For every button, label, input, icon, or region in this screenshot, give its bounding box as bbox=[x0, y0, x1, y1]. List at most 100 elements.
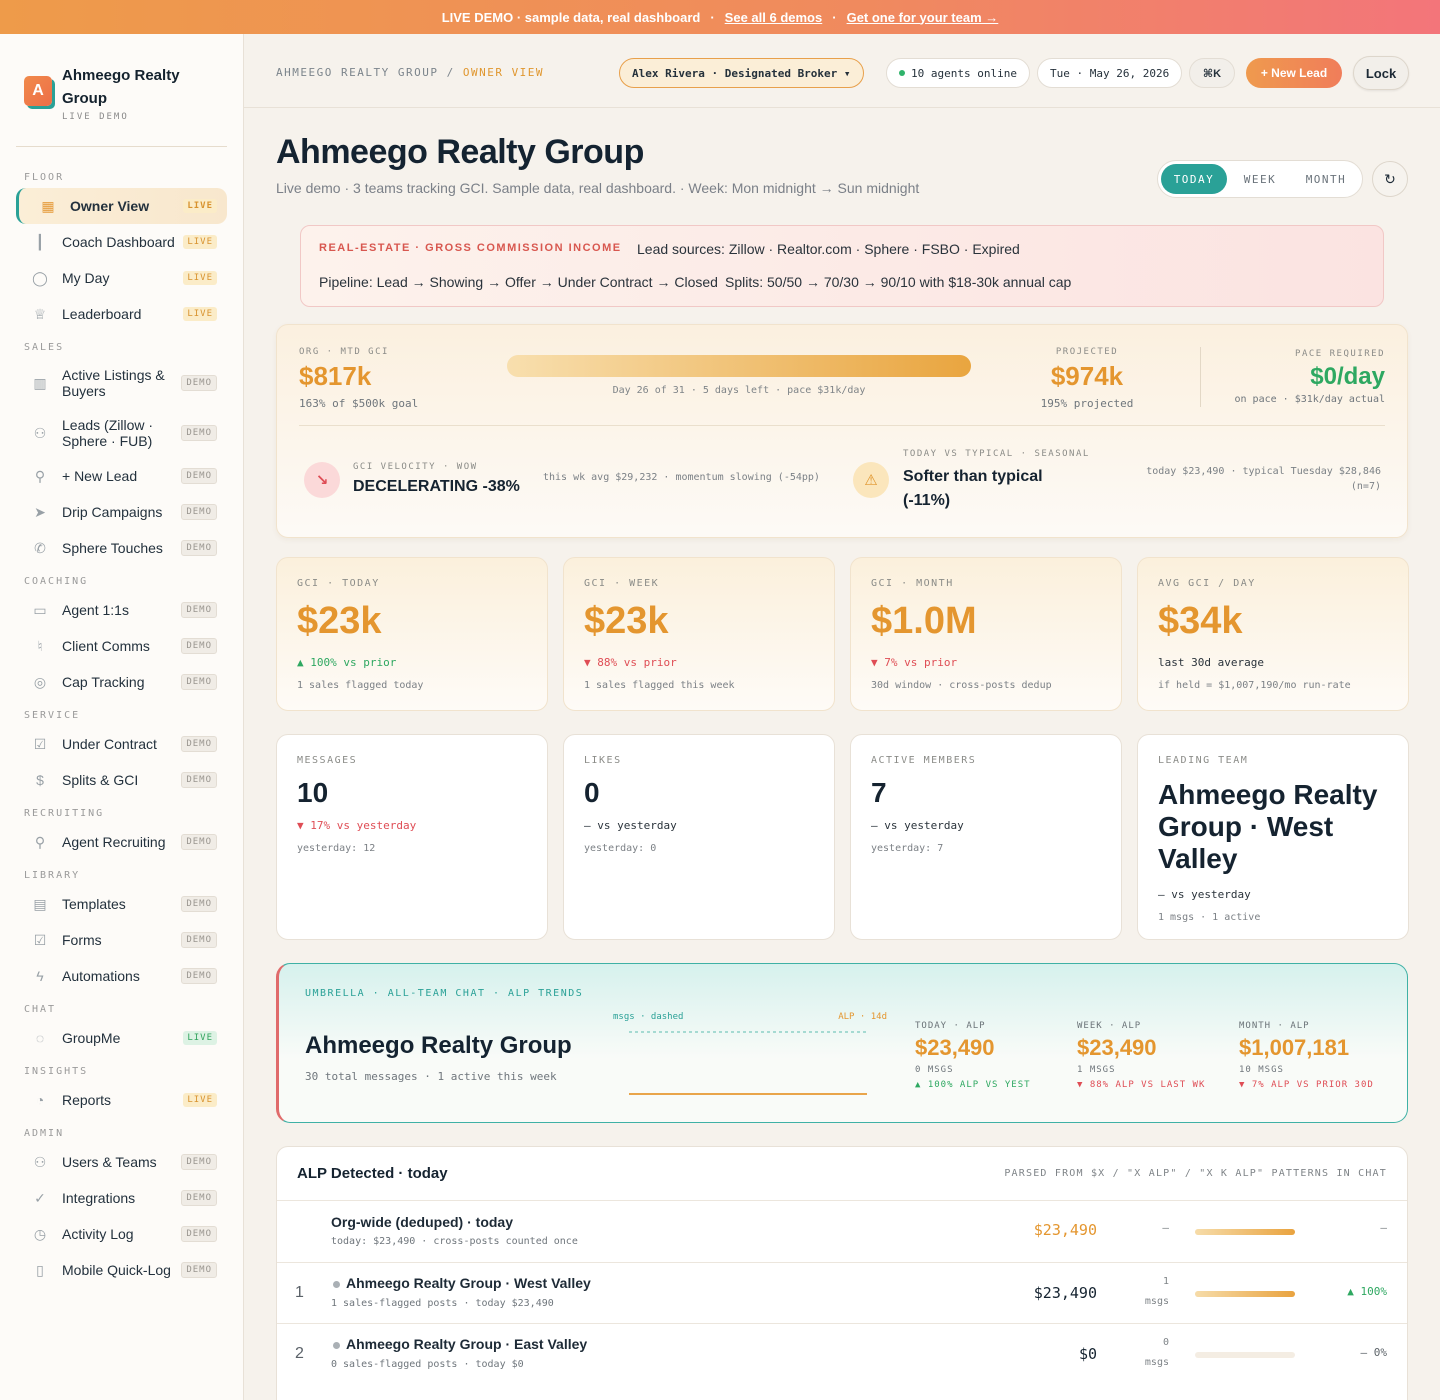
sidebar-item-client-comms[interactable]: ♮ Client Comms DEMO bbox=[16, 628, 227, 664]
users-icon: ⚇ bbox=[33, 1153, 47, 1170]
sidebar-item-leads-zillow-sphere-fub[interactable]: ⚇ Leads (Zillow · Sphere · FUB) DEMO bbox=[16, 408, 227, 458]
gci-stat-card[interactable]: GCI · WEEK $23k ▼ 88% vs prior 1 sales flag… bbox=[563, 557, 835, 711]
sidebar-item-automations[interactable]: ϟ Automations DEMO bbox=[16, 958, 227, 994]
table-row-org[interactable]: Org-wide (deduped) · today today: $23,49… bbox=[277, 1200, 1407, 1262]
sidebar-item-groupme[interactable]: ◌ GroupMe LIVE bbox=[16, 1020, 227, 1056]
new-lead-button[interactable]: + New Lead bbox=[1246, 58, 1342, 88]
card-value: Ahmeego Realty Group · West Valley bbox=[1158, 779, 1377, 875]
gci-stat-card[interactable]: GCI · MONTH $1.0M ▼ 7% vs prior 30d window … bbox=[850, 557, 1122, 711]
mtd-value: $817k bbox=[299, 361, 372, 391]
activity-stat-card[interactable]: MESSAGES 10 ▼ 17% vs yesterday yesterday: 1… bbox=[276, 734, 548, 940]
lock-button[interactable]: Lock bbox=[1353, 56, 1409, 90]
projected-sub: 195% projected bbox=[1040, 397, 1134, 410]
umbrella-title: Ahmeego Realty Group bbox=[305, 1032, 572, 1059]
agents-online-text: 10 agents online bbox=[911, 66, 1017, 80]
card-value: 7 bbox=[871, 777, 887, 808]
activity-stat-card[interactable]: LEADING TEAM Ahmeego Realty Group · West Va… bbox=[1137, 734, 1409, 940]
sidebar-item-label: Coach Dashboard bbox=[62, 234, 175, 250]
dollar-icon: $ bbox=[36, 772, 44, 788]
row-rank: 2 bbox=[295, 1345, 304, 1362]
nav-section-title: CHAT bbox=[24, 1004, 57, 1015]
card-label: AVG GCI / DAY bbox=[1158, 578, 1256, 589]
activity-stat-card[interactable]: LIKES 0 — vs yesterday yesterday: 0 bbox=[563, 734, 835, 940]
umbrella-panel: UMBRELLA · ALL-TEAM CHAT · ALP TRENDS Ah… bbox=[276, 963, 1408, 1123]
sidebar-item-label: Reports bbox=[62, 1092, 112, 1108]
sidebar-item-splits-gci[interactable]: $ Splits & GCI DEMO bbox=[16, 762, 227, 798]
breadcrumb: AHMEEGO REALTY GROUP / OWNER VIEW bbox=[276, 66, 544, 79]
sidebar-item-templates[interactable]: ▤ Templates DEMO bbox=[16, 886, 227, 922]
activity-stat-card[interactable]: ACTIVE MEMBERS 7 — vs yesterday yesterday: … bbox=[850, 734, 1122, 940]
gci-stat-card[interactable]: GCI · TODAY $23k ▲ 100% vs prior 1 sales fl… bbox=[276, 557, 548, 711]
sidebar-item-agent-recruiting[interactable]: ⚲ Agent Recruiting DEMO bbox=[16, 824, 227, 860]
sidebar-item-active-listings-buyers[interactable]: ▥ Active Listings & Buyers DEMO bbox=[16, 358, 227, 408]
card-note: 1 sales flagged today bbox=[297, 680, 424, 691]
umbrella-stat-value: $23,490 bbox=[915, 1035, 995, 1060]
check-circle-icon: ✓ bbox=[34, 1189, 46, 1206]
card-label: GCI · WEEK bbox=[584, 578, 660, 589]
nav-section-title: LIBRARY bbox=[24, 870, 81, 881]
sidebar-item-drip-campaigns[interactable]: ➤ Drip Campaigns DEMO bbox=[16, 494, 227, 530]
gci-stat-card[interactable]: AVG GCI / DAY $34k last 30d average if held… bbox=[1137, 557, 1409, 711]
sidebar-item-owner-view[interactable]: ▦ Owner View LIVE bbox=[16, 188, 227, 224]
sidebar-item-new-lead[interactable]: ⚲ + New Lead DEMO bbox=[16, 458, 227, 494]
sidebar-item-coach-dashboard[interactable]: ┃ Coach Dashboard LIVE bbox=[16, 224, 227, 260]
status-badge: LIVE bbox=[183, 307, 217, 321]
tab-month[interactable]: MONTH bbox=[1293, 164, 1359, 194]
brand-sub: LIVE DEMO bbox=[62, 112, 129, 122]
card-value-line: Valley bbox=[1158, 843, 1238, 874]
get-one-link[interactable]: Get one for your team → bbox=[847, 10, 999, 25]
sidebar-item-label: + New Lead bbox=[62, 468, 138, 484]
brand[interactable]: A Ahmeego Realty Group LIVE DEMO bbox=[24, 64, 202, 122]
umbrella-stat-label: MONTH · ALP bbox=[1239, 1021, 1310, 1031]
card-note: yesterday: 0 bbox=[584, 843, 657, 854]
sidebar-item-integrations[interactable]: ✓ Integrations DEMO bbox=[16, 1180, 227, 1216]
row-msgs-count: 0 bbox=[1162, 1337, 1169, 1348]
gci-info-strip: REAL-ESTATE · GROSS COMMISSION INCOME Le… bbox=[300, 225, 1384, 307]
sidebar-item-cap-tracking[interactable]: ◎ Cap Tracking DEMO bbox=[16, 664, 227, 700]
typical-value-line2: (-11%) bbox=[903, 492, 951, 509]
tab-today[interactable]: TODAY bbox=[1161, 164, 1227, 194]
user-menu-button[interactable]: Alex Rivera · Designated Broker ▾ bbox=[619, 58, 864, 88]
sidebar-item-label: Owner View bbox=[70, 198, 150, 214]
users-icon: ⚇ bbox=[33, 424, 47, 441]
card-change: ▲ 100% vs prior bbox=[297, 656, 397, 669]
sidebar-item-label: Sphere Touches bbox=[62, 540, 163, 556]
mtd-label: ORG · MTD GCI bbox=[299, 347, 389, 357]
sidebar-item-activity-log[interactable]: ◷ Activity Log DEMO bbox=[16, 1216, 227, 1252]
sidebar-item-users-teams[interactable]: ⚇ Users & Teams DEMO bbox=[16, 1144, 227, 1180]
see-all-demos-link[interactable]: See all 6 demos bbox=[725, 10, 823, 25]
command-palette-button[interactable]: ⌘K bbox=[1189, 58, 1235, 88]
org-msgs: — bbox=[1162, 1221, 1169, 1234]
tab-week[interactable]: WEEK bbox=[1227, 164, 1293, 194]
refresh-icon[interactable]: ↻ bbox=[1372, 161, 1408, 197]
sidebar-item-mobile-quick-log[interactable]: ▯ Mobile Quick-Log DEMO bbox=[16, 1252, 227, 1288]
velocity-label: GCI VELOCITY · WOW bbox=[353, 462, 478, 472]
card-value-line: Ahmeego Realty bbox=[1158, 779, 1378, 810]
chat-bubble-icon: ◌ bbox=[35, 1030, 45, 1046]
status-badge: DEMO bbox=[181, 468, 217, 484]
sidebar-item-reports[interactable]: ◔ Reports LIVE bbox=[16, 1082, 227, 1118]
sidebar-item-forms[interactable]: ☑ Forms DEMO bbox=[16, 922, 227, 958]
org-alp-bar bbox=[1195, 1229, 1295, 1235]
alp-detected-table: ALP Detected · today PARSED FROM $X / "X… bbox=[276, 1146, 1408, 1400]
status-badge: DEMO bbox=[181, 772, 217, 788]
sidebar-item-leaderboard[interactable]: ♕ Leaderboard LIVE bbox=[16, 296, 227, 332]
mic-icon: ♮ bbox=[37, 637, 43, 654]
alp-trend-chart bbox=[629, 1031, 867, 1095]
table-row[interactable]: 1 Ahmeego Realty Group · West Valley 1 sal… bbox=[277, 1262, 1407, 1323]
sidebar-item-under-contract[interactable]: ☑ Under Contract DEMO bbox=[16, 726, 227, 762]
kanban-icon: ▥ bbox=[33, 374, 47, 391]
card-change: — vs yesterday bbox=[584, 819, 677, 832]
umbrella-stat-value: $23,490 bbox=[1077, 1035, 1157, 1060]
legend-alp: ALP · 14d bbox=[838, 1012, 887, 1022]
sidebar-item-sphere-touches[interactable]: ✆ Sphere Touches DEMO bbox=[16, 530, 227, 566]
card-value: $1.0M bbox=[871, 600, 977, 642]
sidebar-item-my-day[interactable]: ◯ My Day LIVE bbox=[16, 260, 227, 296]
sidebar-item-label: Leads (Zillow · Sphere · FUB) bbox=[62, 417, 154, 449]
brand-logo: A bbox=[24, 76, 52, 106]
pace-label: PACE REQUIRED bbox=[1295, 349, 1385, 359]
breadcrumb-org[interactable]: AHMEEGO REALTY GROUP bbox=[276, 66, 438, 79]
status-badge: DEMO bbox=[181, 425, 217, 441]
table-row[interactable]: 2 Ahmeego Realty Group · East Valley 0 sal… bbox=[277, 1323, 1407, 1384]
sidebar-item-agent-1-1s[interactable]: ▭ Agent 1:1s DEMO bbox=[16, 592, 227, 628]
